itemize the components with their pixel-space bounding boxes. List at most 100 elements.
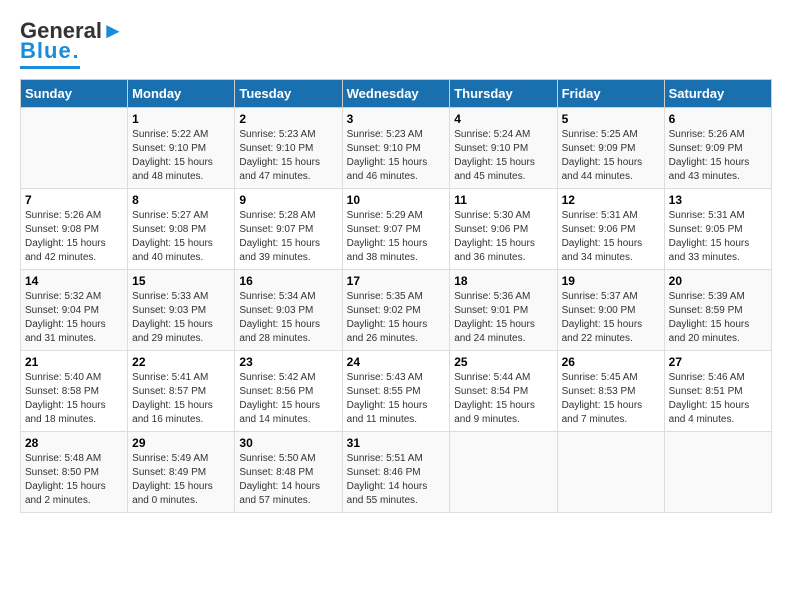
calendar-week-row: 1 Sunrise: 5:22 AM Sunset: 9:10 PM Daylig… xyxy=(21,108,772,189)
day-number: 12 xyxy=(562,193,660,207)
day-info: Sunrise: 5:44 AM Sunset: 8:54 PM Dayligh… xyxy=(454,371,552,427)
day-info: Sunrise: 5:33 AM Sunset: 9:03 PM Dayligh… xyxy=(132,290,230,346)
column-header-friday: Friday xyxy=(557,80,664,108)
day-number: 25 xyxy=(454,355,552,369)
calendar-cell: 2 Sunrise: 5:23 AM Sunset: 9:10 PM Daylig… xyxy=(235,108,342,189)
calendar-cell: 1 Sunrise: 5:22 AM Sunset: 9:10 PM Daylig… xyxy=(128,108,235,189)
calendar-week-row: 14Sunrise: 5:32 AM Sunset: 9:04 PM Dayli… xyxy=(21,270,772,351)
day-info: Sunrise: 5:23 AM Sunset: 9:10 PM Dayligh… xyxy=(239,128,337,184)
calendar-cell: 29 Sunrise: 5:49 AM Sunset: 8:49 PM Dayli… xyxy=(128,432,235,513)
calendar-cell: 10 Sunrise: 5:29 AM Sunset: 9:07 PM Dayli… xyxy=(342,189,450,270)
day-info: Sunrise: 5:39 AM Sunset: 8:59 PM Dayligh… xyxy=(669,290,767,346)
day-number: 8 xyxy=(132,193,230,207)
calendar-cell: 14Sunrise: 5:32 AM Sunset: 9:04 PM Dayli… xyxy=(21,270,128,351)
day-info: Sunrise: 5:27 AM Sunset: 9:08 PM Dayligh… xyxy=(132,209,230,265)
day-number: 10 xyxy=(347,193,446,207)
day-info: Sunrise: 5:51 AM Sunset: 8:46 PM Dayligh… xyxy=(347,452,446,508)
day-info: Sunrise: 5:42 AM Sunset: 8:56 PM Dayligh… xyxy=(239,371,337,427)
day-number: 18 xyxy=(454,274,552,288)
day-info: Sunrise: 5:50 AM Sunset: 8:48 PM Dayligh… xyxy=(239,452,337,508)
calendar-cell: 7Sunrise: 5:26 AM Sunset: 9:08 PM Daylig… xyxy=(21,189,128,270)
day-info: Sunrise: 5:26 AM Sunset: 9:09 PM Dayligh… xyxy=(669,128,767,184)
day-number: 21 xyxy=(25,355,123,369)
day-info: Sunrise: 5:24 AM Sunset: 9:10 PM Dayligh… xyxy=(454,128,552,184)
day-info: Sunrise: 5:37 AM Sunset: 9:00 PM Dayligh… xyxy=(562,290,660,346)
day-number: 2 xyxy=(239,112,337,126)
calendar-cell: 12 Sunrise: 5:31 AM Sunset: 9:06 PM Dayli… xyxy=(557,189,664,270)
column-header-tuesday: Tuesday xyxy=(235,80,342,108)
day-number: 4 xyxy=(454,112,552,126)
calendar-cell: 30 Sunrise: 5:50 AM Sunset: 8:48 PM Dayli… xyxy=(235,432,342,513)
calendar-cell: 13 Sunrise: 5:31 AM Sunset: 9:05 PM Dayli… xyxy=(664,189,771,270)
day-number: 24 xyxy=(347,355,446,369)
day-number: 29 xyxy=(132,436,230,450)
calendar-cell xyxy=(557,432,664,513)
day-info: Sunrise: 5:28 AM Sunset: 9:07 PM Dayligh… xyxy=(239,209,337,265)
day-info: Sunrise: 5:35 AM Sunset: 9:02 PM Dayligh… xyxy=(347,290,446,346)
calendar-cell: 6 Sunrise: 5:26 AM Sunset: 9:09 PM Daylig… xyxy=(664,108,771,189)
day-info: Sunrise: 5:22 AM Sunset: 9:10 PM Dayligh… xyxy=(132,128,230,184)
day-number: 7 xyxy=(25,193,123,207)
day-number: 5 xyxy=(562,112,660,126)
day-number: 15 xyxy=(132,274,230,288)
day-info: Sunrise: 5:32 AM Sunset: 9:04 PM Dayligh… xyxy=(25,290,123,346)
calendar-week-row: 28 Sunrise: 5:48 AM Sunset: 8:50 PM Dayli… xyxy=(21,432,772,513)
calendar-cell: 28 Sunrise: 5:48 AM Sunset: 8:50 PM Dayli… xyxy=(21,432,128,513)
calendar-cell: 23 Sunrise: 5:42 AM Sunset: 8:56 PM Dayli… xyxy=(235,351,342,432)
calendar-cell: 21Sunrise: 5:40 AM Sunset: 8:58 PM Dayli… xyxy=(21,351,128,432)
calendar-cell: 5Sunrise: 5:25 AM Sunset: 9:09 PM Daylig… xyxy=(557,108,664,189)
day-number: 6 xyxy=(669,112,767,126)
calendar-cell: 9Sunrise: 5:28 AM Sunset: 9:07 PM Daylig… xyxy=(235,189,342,270)
day-number: 23 xyxy=(239,355,337,369)
column-header-wednesday: Wednesday xyxy=(342,80,450,108)
calendar-table: SundayMondayTuesdayWednesdayThursdayFrid… xyxy=(20,79,772,513)
day-info: Sunrise: 5:30 AM Sunset: 9:06 PM Dayligh… xyxy=(454,209,552,265)
calendar-cell: 20Sunrise: 5:39 AM Sunset: 8:59 PM Dayli… xyxy=(664,270,771,351)
calendar-cell xyxy=(664,432,771,513)
calendar-cell: 26Sunrise: 5:45 AM Sunset: 8:53 PM Dayli… xyxy=(557,351,664,432)
calendar-cell: 3 Sunrise: 5:23 AM Sunset: 9:10 PM Daylig… xyxy=(342,108,450,189)
calendar-cell: 11 Sunrise: 5:30 AM Sunset: 9:06 PM Dayli… xyxy=(450,189,557,270)
day-info: Sunrise: 5:29 AM Sunset: 9:07 PM Dayligh… xyxy=(347,209,446,265)
column-header-thursday: Thursday xyxy=(450,80,557,108)
day-number: 22 xyxy=(132,355,230,369)
calendar-cell xyxy=(450,432,557,513)
day-number: 28 xyxy=(25,436,123,450)
calendar-cell: 17 Sunrise: 5:35 AM Sunset: 9:02 PM Dayli… xyxy=(342,270,450,351)
calendar-cell xyxy=(21,108,128,189)
calendar-header-row: SundayMondayTuesdayWednesdayThursdayFrid… xyxy=(21,80,772,108)
day-info: Sunrise: 5:36 AM Sunset: 9:01 PM Dayligh… xyxy=(454,290,552,346)
calendar-cell: 18 Sunrise: 5:36 AM Sunset: 9:01 PM Dayli… xyxy=(450,270,557,351)
day-info: Sunrise: 5:49 AM Sunset: 8:49 PM Dayligh… xyxy=(132,452,230,508)
day-info: Sunrise: 5:31 AM Sunset: 9:05 PM Dayligh… xyxy=(669,209,767,265)
day-info: Sunrise: 5:48 AM Sunset: 8:50 PM Dayligh… xyxy=(25,452,123,508)
day-number: 30 xyxy=(239,436,337,450)
logo: General► Blue xyxy=(20,20,124,69)
day-number: 19 xyxy=(562,274,660,288)
day-number: 13 xyxy=(669,193,767,207)
calendar-cell: 24 Sunrise: 5:43 AM Sunset: 8:55 PM Dayli… xyxy=(342,351,450,432)
day-number: 1 xyxy=(132,112,230,126)
day-info: Sunrise: 5:34 AM Sunset: 9:03 PM Dayligh… xyxy=(239,290,337,346)
day-info: Sunrise: 5:41 AM Sunset: 8:57 PM Dayligh… xyxy=(132,371,230,427)
day-number: 3 xyxy=(347,112,446,126)
day-info: Sunrise: 5:23 AM Sunset: 9:10 PM Dayligh… xyxy=(347,128,446,184)
page-header: General► Blue xyxy=(20,20,772,69)
calendar-cell: 25 Sunrise: 5:44 AM Sunset: 8:54 PM Dayli… xyxy=(450,351,557,432)
calendar-cell: 27Sunrise: 5:46 AM Sunset: 8:51 PM Dayli… xyxy=(664,351,771,432)
calendar-week-row: 7Sunrise: 5:26 AM Sunset: 9:08 PM Daylig… xyxy=(21,189,772,270)
column-header-monday: Monday xyxy=(128,80,235,108)
calendar-cell: 8 Sunrise: 5:27 AM Sunset: 9:08 PM Daylig… xyxy=(128,189,235,270)
column-header-saturday: Saturday xyxy=(664,80,771,108)
day-info: Sunrise: 5:43 AM Sunset: 8:55 PM Dayligh… xyxy=(347,371,446,427)
calendar-cell: 4 Sunrise: 5:24 AM Sunset: 9:10 PM Daylig… xyxy=(450,108,557,189)
day-number: 11 xyxy=(454,193,552,207)
day-number: 17 xyxy=(347,274,446,288)
column-header-sunday: Sunday xyxy=(21,80,128,108)
day-info: Sunrise: 5:46 AM Sunset: 8:51 PM Dayligh… xyxy=(669,371,767,427)
day-number: 26 xyxy=(562,355,660,369)
calendar-cell: 19 Sunrise: 5:37 AM Sunset: 9:00 PM Dayli… xyxy=(557,270,664,351)
day-info: Sunrise: 5:31 AM Sunset: 9:06 PM Dayligh… xyxy=(562,209,660,265)
day-number: 16 xyxy=(239,274,337,288)
calendar-cell: 15 Sunrise: 5:33 AM Sunset: 9:03 PM Dayli… xyxy=(128,270,235,351)
